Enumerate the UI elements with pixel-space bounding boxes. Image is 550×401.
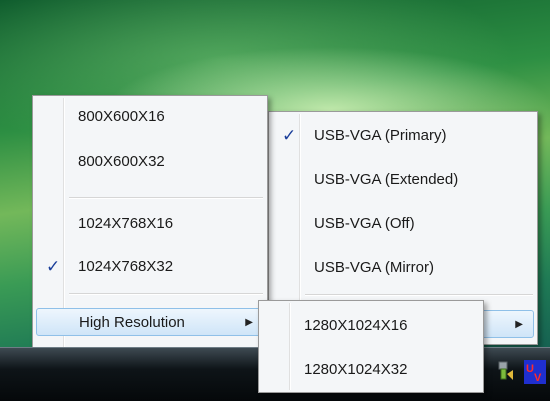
menu-item-1280x1024x16[interactable]: 1280X1024X16 — [262, 312, 480, 340]
submenu-arrow-icon: ▶ — [245, 317, 253, 328]
svg-text:V: V — [534, 372, 542, 384]
menu-item-usb-vga-primary[interactable]: ✓ USB-VGA (Primary) — [272, 122, 534, 150]
menu-item-label: High Resolution — [79, 314, 185, 331]
menu-item-800x600x16[interactable]: 800X600X16 — [36, 103, 264, 131]
menu-item-usb-vga-extended[interactable]: USB-VGA (Extended) — [272, 166, 534, 194]
menu-item-label: 1280X1024X32 — [304, 361, 408, 378]
menu-item-1280x1024x32[interactable]: 1280X1024X32 — [262, 356, 480, 384]
menu-item-800x600x32[interactable]: 800X600X32 — [36, 148, 264, 176]
menu-item-label: USB-VGA (Primary) — [314, 127, 447, 144]
high-resolution-submenu: 1280X1024X16 1280X1024X32 — [258, 300, 484, 393]
menu-item-high-resolution[interactable]: High Resolution ▶ — [36, 308, 264, 336]
menu-item-label: 1024X768X32 — [78, 258, 174, 275]
svg-text:U: U — [526, 363, 534, 375]
menu-item-label: 800X600X16 — [78, 108, 165, 125]
menu-item-1024x768x16[interactable]: 1024X768X16 — [36, 210, 264, 238]
menu-item-usb-vga-mirror[interactable]: USB-VGA (Mirror) — [272, 254, 534, 282]
menu-item-1024x768x32[interactable]: ✓ 1024X768X32 — [36, 253, 264, 281]
menu-item-label: 1280X1024X16 — [304, 317, 408, 334]
checkmark-icon: ✓ — [282, 126, 297, 145]
checkmark-icon: ✓ — [46, 257, 61, 276]
menu-item-usb-vga-off[interactable]: USB-VGA (Off) — [272, 210, 534, 238]
menu-separator — [69, 293, 263, 295]
menu-item-label: USB-VGA (Extended) — [314, 171, 459, 188]
menu-item-label: 800X600X32 — [78, 153, 165, 170]
menu-item-label: USB-VGA (Off) — [314, 215, 415, 232]
uv-tray-icon[interactable]: U V — [524, 360, 546, 384]
submenu-arrow-icon: ▶ — [515, 319, 523, 330]
menu-item-label: 1024X768X16 — [78, 215, 174, 232]
menu-item-label: USB-VGA (Mirror) — [314, 259, 434, 276]
menu-separator — [305, 294, 533, 296]
usb-display-tray-icon[interactable] — [496, 360, 516, 384]
menu-separator — [69, 197, 263, 199]
resolution-menu: 800X600X16 800X600X32 1024X768X16 ✓ 1024… — [32, 95, 268, 351]
